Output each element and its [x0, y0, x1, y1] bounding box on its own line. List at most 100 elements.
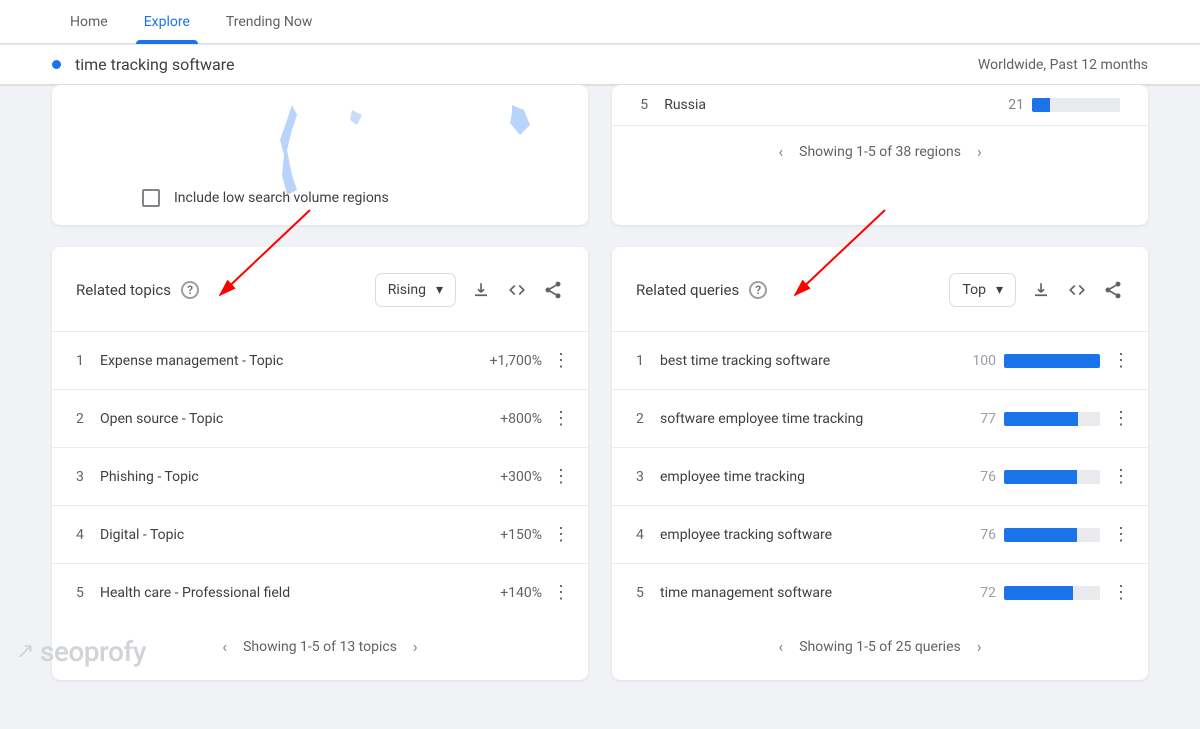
list-bar [1004, 470, 1100, 484]
list-value: 76 [980, 527, 996, 543]
download-icon[interactable] [470, 279, 492, 301]
topic-row[interactable]: 1 Expense management - Topic +1,700% ⋮ [52, 331, 588, 389]
topics-pagination-text: Showing 1-5 of 13 topics [243, 639, 397, 655]
queries-pagination: ‹ Showing 1-5 of 25 queries › [612, 621, 1148, 672]
list-rank: 1 [76, 353, 100, 369]
query-row[interactable]: 5 time management software 72 ⋮ [612, 563, 1148, 621]
list-bar [1004, 586, 1100, 600]
search-bar: time tracking software Worldwide, Past 1… [0, 44, 1200, 86]
list-rank: 5 [636, 585, 660, 601]
list-value: +1,700% [490, 353, 542, 369]
query-row[interactable]: 1 best time tracking software 100 ⋮ [612, 331, 1148, 389]
more-icon[interactable]: ⋮ [1112, 524, 1124, 545]
list-text: Open source - Topic [100, 411, 500, 427]
chevron-right-icon[interactable]: › [977, 142, 982, 161]
list-value: +800% [500, 411, 542, 427]
sort-dropdown[interactable]: Top ▾ [949, 273, 1016, 307]
list-rank: 1 [636, 353, 660, 369]
chevron-left-icon[interactable]: ‹ [778, 142, 783, 161]
search-term[interactable]: time tracking software [52, 55, 234, 74]
query-row[interactable]: 4 employee tracking software 76 ⋮ [612, 505, 1148, 563]
region-rank: 5 [640, 97, 660, 113]
more-icon[interactable]: ⋮ [1112, 466, 1124, 487]
list-bar [1004, 412, 1100, 426]
sort-dropdown[interactable]: Rising ▾ [375, 273, 456, 307]
more-icon[interactable]: ⋮ [552, 408, 564, 429]
list-text: Phishing - Topic [100, 469, 500, 485]
panel-title: Related topics [76, 281, 171, 299]
more-icon[interactable]: ⋮ [1112, 408, 1124, 429]
nav-trending[interactable]: Trending Now [208, 0, 330, 44]
list-bar [1004, 528, 1100, 542]
list-text: software employee time tracking [660, 411, 980, 427]
list-bar [1004, 354, 1100, 368]
search-text: time tracking software [75, 55, 234, 74]
chevron-left-icon[interactable]: ‹ [778, 637, 783, 656]
more-icon[interactable]: ⋮ [552, 466, 564, 487]
help-icon[interactable]: ? [181, 281, 199, 299]
map-card: Include low search volume regions [52, 85, 588, 225]
include-low-volume-row[interactable]: Include low search volume regions [142, 189, 389, 207]
more-icon[interactable]: ⋮ [552, 582, 564, 603]
topic-row[interactable]: 2 Open source - Topic +800% ⋮ [52, 389, 588, 447]
list-rank: 3 [636, 469, 660, 485]
region-card: 5 Russia 21 ‹ Showing 1-5 of 38 regions … [612, 85, 1148, 225]
search-filter[interactable]: Worldwide, Past 12 months [978, 57, 1148, 73]
list-rank: 3 [76, 469, 100, 485]
watermark-text: seoprofy [40, 635, 146, 668]
list-value: +300% [500, 469, 542, 485]
download-icon[interactable] [1030, 279, 1052, 301]
term-dot-icon [52, 60, 61, 69]
top-nav: Home Explore Trending Now [0, 0, 1200, 44]
list-text: best time tracking software [660, 353, 972, 369]
help-icon[interactable]: ? [749, 281, 767, 299]
dropdown-label: Top [962, 282, 986, 298]
list-rank: 4 [636, 527, 660, 543]
related-queries-panel: Related queries ? Top ▾ 1 best time trac… [612, 247, 1148, 680]
nav-explore[interactable]: Explore [126, 0, 208, 44]
region-bar [1032, 98, 1120, 112]
list-text: time management software [660, 585, 980, 601]
topic-row[interactable]: 3 Phishing - Topic +300% ⋮ [52, 447, 588, 505]
list-value: 100 [972, 353, 996, 369]
list-text: employee time tracking [660, 469, 980, 485]
list-value: 72 [980, 585, 996, 601]
list-text: employee tracking software [660, 527, 980, 543]
watermark-icon: ↗ [16, 639, 34, 664]
chevron-left-icon[interactable]: ‹ [222, 637, 227, 656]
region-pagination-text: Showing 1-5 of 38 regions [799, 144, 961, 160]
topic-row[interactable]: 5 Health care - Professional field +140%… [52, 563, 588, 621]
query-row[interactable]: 2 software employee time tracking 77 ⋮ [612, 389, 1148, 447]
queries-pagination-text: Showing 1-5 of 25 queries [799, 639, 961, 655]
embed-icon[interactable] [506, 279, 528, 301]
list-rank: 2 [76, 411, 100, 427]
embed-icon[interactable] [1066, 279, 1088, 301]
share-icon[interactable] [1102, 279, 1124, 301]
topic-row[interactable]: 4 Digital - Topic +150% ⋮ [52, 505, 588, 563]
world-map-partial [92, 85, 552, 205]
region-pagination: ‹ Showing 1-5 of 38 regions › [612, 126, 1148, 177]
chevron-right-icon[interactable]: › [413, 637, 418, 656]
checkbox-icon[interactable] [142, 189, 160, 207]
list-value: +150% [500, 527, 542, 543]
caret-down-icon: ▾ [436, 282, 443, 298]
list-text: Health care - Professional field [100, 585, 500, 601]
more-icon[interactable]: ⋮ [1112, 350, 1124, 371]
share-icon[interactable] [542, 279, 564, 301]
region-value: 21 [1008, 97, 1024, 113]
region-name: Russia [664, 97, 1008, 113]
list-text: Expense management - Topic [100, 353, 490, 369]
more-icon[interactable]: ⋮ [1112, 582, 1124, 603]
more-icon[interactable]: ⋮ [552, 350, 564, 371]
nav-home[interactable]: Home [52, 0, 126, 44]
list-value: 77 [980, 411, 996, 427]
more-icon[interactable]: ⋮ [552, 524, 564, 545]
region-row[interactable]: 5 Russia 21 [612, 85, 1148, 126]
dropdown-label: Rising [388, 282, 426, 298]
list-rank: 2 [636, 411, 660, 427]
watermark: ↗ seoprofy [16, 635, 146, 668]
chevron-right-icon[interactable]: › [977, 637, 982, 656]
related-topics-panel: Related topics ? Rising ▾ 1 Expense mana… [52, 247, 588, 680]
caret-down-icon: ▾ [996, 282, 1003, 298]
query-row[interactable]: 3 employee time tracking 76 ⋮ [612, 447, 1148, 505]
